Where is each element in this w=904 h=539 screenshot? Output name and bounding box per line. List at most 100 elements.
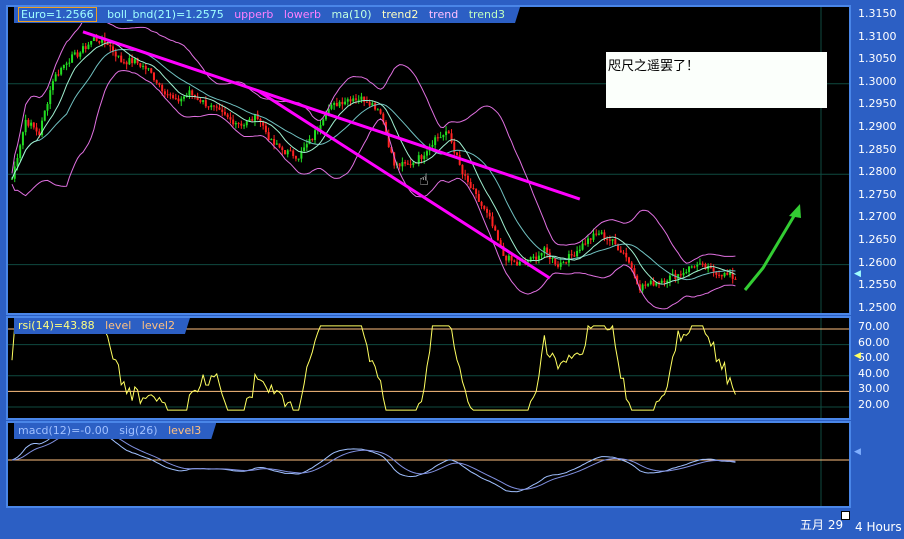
candle-body xyxy=(472,188,475,190)
candle-body xyxy=(573,255,576,257)
legend-lowerb[interactable]: lowerb xyxy=(284,8,321,21)
candle-body xyxy=(264,125,267,133)
candle-body xyxy=(570,254,573,256)
candle-body xyxy=(68,62,71,64)
candle-body xyxy=(125,62,128,65)
candle-body xyxy=(76,52,79,57)
candle-body xyxy=(412,162,415,166)
candle-body xyxy=(314,130,317,140)
candle-body xyxy=(150,68,153,73)
candle-body xyxy=(603,232,606,239)
candle-body xyxy=(35,127,38,132)
macd-legend: macd(12)=-0.00 sig(26) level3 xyxy=(14,423,216,439)
candle-body xyxy=(333,103,336,105)
candle-body xyxy=(229,117,232,120)
candle-body xyxy=(57,74,60,76)
candle-body xyxy=(649,280,652,285)
candle-body xyxy=(163,91,166,95)
candle-body xyxy=(368,102,371,106)
timeframe-label[interactable]: 4 Hours xyxy=(855,521,902,533)
candle-body xyxy=(122,62,125,64)
candle-body xyxy=(644,284,647,286)
candle-body xyxy=(71,54,74,63)
candle-body xyxy=(505,255,508,261)
candle-body xyxy=(286,150,289,155)
candle-body xyxy=(461,164,464,175)
legend-trend2[interactable]: trend2 xyxy=(382,8,418,21)
candle-body xyxy=(578,249,581,251)
text-annotation[interactable]: 咫尺之遥罢了！ xyxy=(606,52,827,108)
candle-body xyxy=(614,239,617,245)
candle-body xyxy=(540,253,543,256)
legend-boll[interactable]: boll_bnd(21)=1.2575 xyxy=(107,8,224,21)
candle-body xyxy=(218,107,221,110)
candle-body xyxy=(728,272,731,275)
candle-body xyxy=(152,72,155,81)
candle-body xyxy=(371,103,374,106)
lock-icon[interactable] xyxy=(841,511,850,520)
candle-body xyxy=(133,58,136,64)
candle-body xyxy=(305,144,308,148)
price-tick: 1.2850 xyxy=(858,142,897,156)
rsi-tick: 30.00 xyxy=(858,382,890,396)
candle-body xyxy=(21,132,24,146)
candle-body xyxy=(698,263,701,265)
candle-body xyxy=(611,239,614,241)
legend-euro[interactable]: Euro=1.2566 xyxy=(18,7,97,22)
price-tick: 1.2900 xyxy=(858,120,897,133)
candle-body xyxy=(114,51,117,57)
candle-body xyxy=(483,205,486,209)
macd-panel[interactable]: macd(12)=-0.00 sig(26) level3 xyxy=(6,421,851,508)
legend-sig[interactable]: sig(26) xyxy=(119,424,157,437)
rsi-marker-icon: ◀ xyxy=(854,351,861,361)
candle-body xyxy=(281,147,284,151)
price-tick: 1.3150 xyxy=(858,7,897,20)
legend-level3[interactable]: level3 xyxy=(168,424,201,437)
price-marker-icon: ◀ xyxy=(854,269,861,279)
candle-body xyxy=(270,139,273,141)
legend-ma[interactable]: ma(10) xyxy=(331,8,371,21)
legend-macd[interactable]: macd(12)=-0.00 xyxy=(18,424,109,437)
legend-trend3[interactable]: trend3 xyxy=(469,8,505,21)
candle-body xyxy=(109,45,112,47)
candle-body xyxy=(65,63,68,65)
candle-body xyxy=(666,280,669,283)
candle-body xyxy=(155,80,158,84)
candle-body xyxy=(207,106,210,108)
candle-body xyxy=(84,46,87,49)
rsi-panel[interactable]: rsi(14)=43.88 level level2 xyxy=(6,316,851,420)
legend-trend[interactable]: trend xyxy=(429,8,458,21)
candle-body xyxy=(204,100,207,107)
candle-body xyxy=(496,230,499,241)
candle-body xyxy=(226,114,229,118)
candle-body xyxy=(46,104,49,111)
forecast-arrow xyxy=(743,210,799,291)
candle-body xyxy=(199,99,202,102)
candle-body xyxy=(243,125,246,127)
legend-level[interactable]: level xyxy=(105,319,131,332)
candle-body xyxy=(477,194,480,202)
candle-body xyxy=(27,119,30,126)
candle-body xyxy=(627,257,630,263)
candle-body xyxy=(712,267,715,272)
candle-body xyxy=(354,98,357,100)
candle-body xyxy=(537,255,540,260)
candle-body xyxy=(557,264,559,267)
legend-level2[interactable]: level2 xyxy=(142,319,175,332)
legend-upperb[interactable]: upperb xyxy=(234,8,273,21)
candle-body xyxy=(466,175,469,182)
rsi-tick: 50.00 xyxy=(858,351,890,365)
candle-body xyxy=(81,46,84,53)
candle-body xyxy=(622,252,625,254)
candle-body xyxy=(641,284,644,291)
candle-body xyxy=(191,90,194,96)
price-tick: 1.2750 xyxy=(858,187,897,201)
candle-body xyxy=(180,98,183,102)
candle-body xyxy=(425,151,428,156)
candle-body xyxy=(455,152,458,156)
candle-body xyxy=(589,238,592,240)
legend-rsi[interactable]: rsi(14)=43.88 xyxy=(18,319,95,332)
candle-body xyxy=(464,174,467,176)
candle-body xyxy=(245,121,248,126)
candle-body xyxy=(172,95,175,99)
